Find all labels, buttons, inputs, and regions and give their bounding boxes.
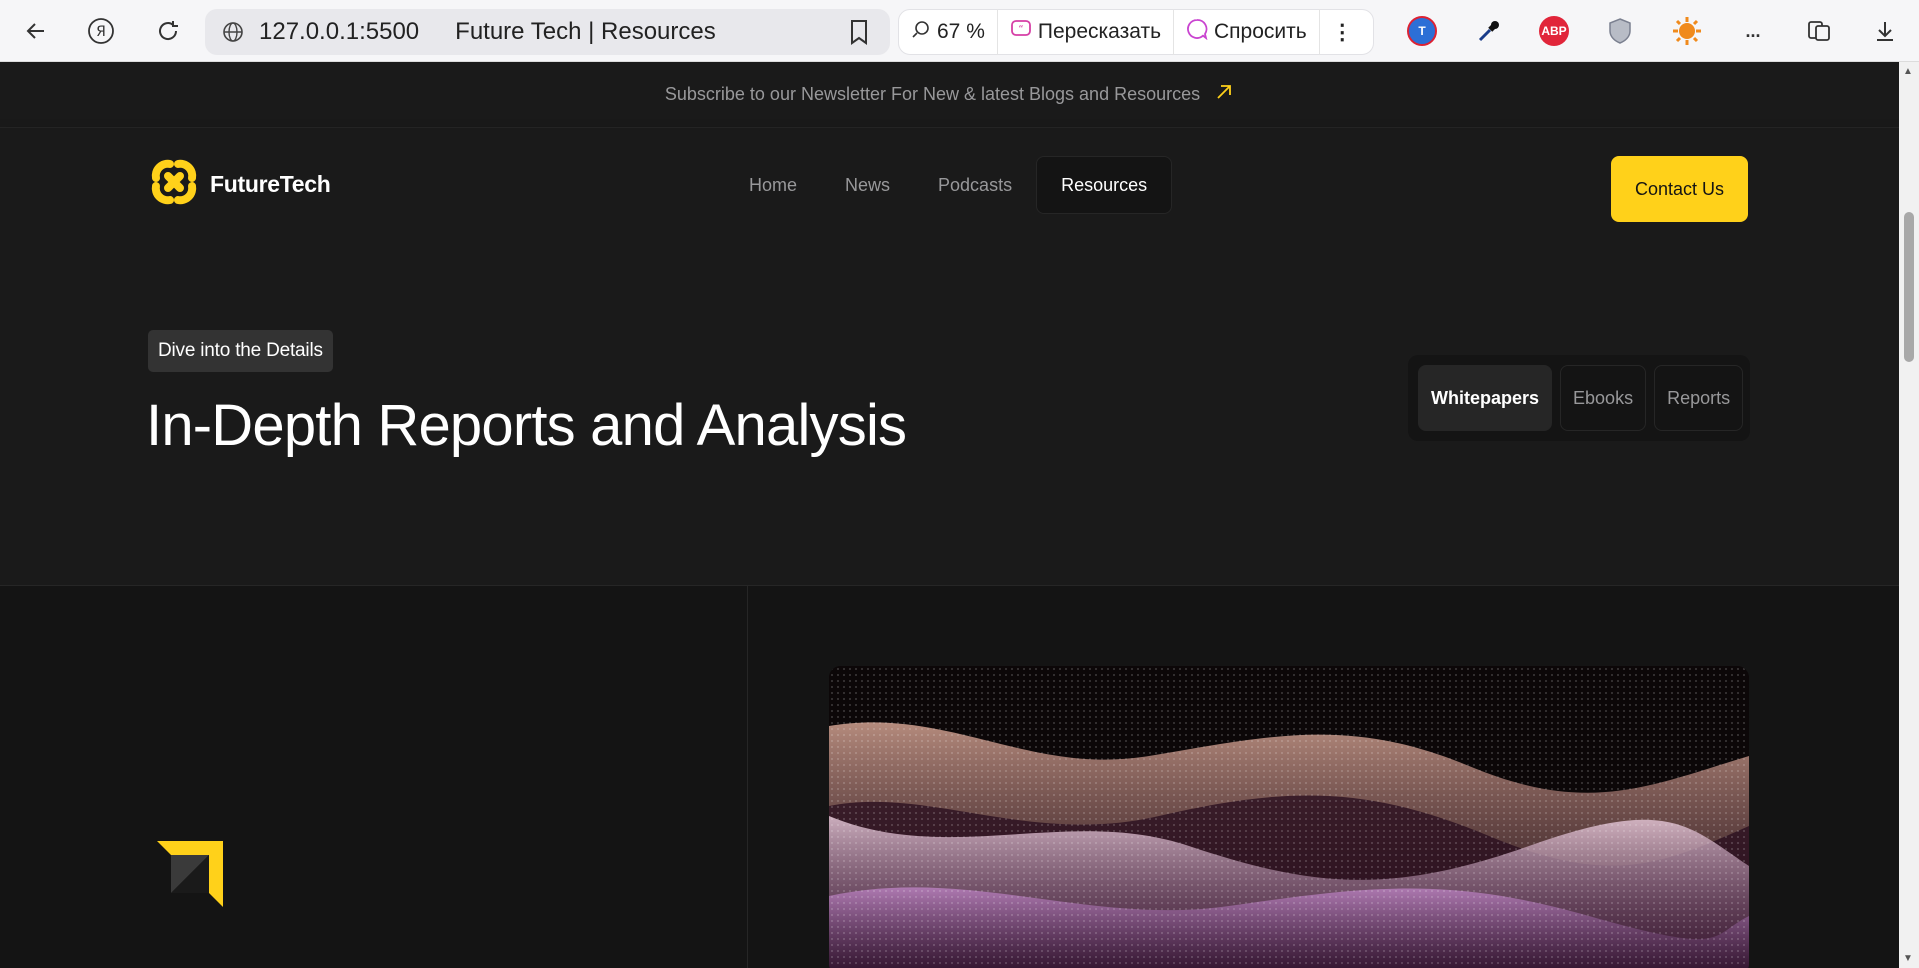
scroll-up-icon[interactable]: ▲ (1903, 66, 1913, 77)
corner-arrow-icon (157, 841, 223, 912)
nav-item-home[interactable]: Home (725, 156, 821, 214)
brand-logo[interactable]: FutureTech (148, 156, 331, 213)
translate-ext-icon[interactable]: T (1407, 16, 1437, 46)
newsletter-banner[interactable]: Subscribe to our Newsletter For New & la… (0, 62, 1899, 128)
tab-reports[interactable]: Reports (1654, 365, 1744, 431)
report-cover-image[interactable] (829, 666, 1749, 968)
nav-item-podcasts[interactable]: Podcasts (914, 156, 1036, 214)
retell-button[interactable]: “ Пересказать (998, 9, 1175, 55)
eyedropper-ext-icon[interactable] (1474, 16, 1504, 46)
zoom-icon (911, 19, 931, 45)
ask-label: Спросить (1214, 20, 1307, 43)
column-divider (747, 586, 748, 968)
web-page: Subscribe to our Newsletter For New & la… (0, 62, 1899, 968)
nav-menu: Home News Podcasts Resources (725, 156, 1173, 214)
zoom-control[interactable]: 67 % (899, 9, 998, 55)
page-title-text: Future Tech | Resources (455, 18, 716, 45)
tab-ebooks[interactable]: Ebooks (1560, 365, 1647, 431)
collections-icon[interactable] (1802, 14, 1836, 48)
retell-icon: “ (1010, 18, 1032, 46)
svg-text:Я: Я (96, 24, 106, 40)
arrow-up-right-icon (1214, 82, 1234, 107)
resource-content (0, 586, 1899, 968)
address-bar[interactable]: 127.0.0.1:5500 Future Tech | Resources (205, 9, 890, 55)
zoom-level: 67 % (937, 20, 985, 43)
ask-icon (1186, 18, 1208, 46)
browser-tools: 67 % “ Пересказать Спросить ⋮ (898, 9, 1374, 55)
resource-tabs: Whitepapers Ebooks Reports (1408, 355, 1750, 441)
futuretech-logo-icon (148, 156, 200, 213)
menu-kebab-icon[interactable]: ⋮ (1320, 9, 1365, 55)
nav-item-news[interactable]: News (821, 156, 914, 214)
sun-ext-icon[interactable] (1672, 16, 1702, 46)
browser-toolbar: Я 127.0.0.1:5500 Future Tech | Resources… (0, 0, 1919, 62)
main-navbar: FutureTech Home News Podcasts Resources … (0, 128, 1899, 242)
contact-us-button[interactable]: Contact Us (1611, 156, 1748, 222)
scroll-down-icon[interactable]: ▼ (1903, 953, 1913, 964)
retell-label: Пересказать (1037, 20, 1162, 43)
yandex-icon[interactable]: Я (84, 14, 118, 48)
url-text: 127.0.0.1:5500 (259, 18, 420, 45)
back-icon[interactable] (19, 14, 53, 48)
hero-section: Dive into the Details In-Depth Reports a… (0, 242, 1899, 586)
scrollbar-thumb[interactable] (1904, 212, 1914, 362)
logo-text: FutureTech (210, 171, 331, 197)
tab-whitepapers[interactable]: Whitepapers (1418, 365, 1553, 431)
more-extensions-icon[interactable]: ... (1738, 16, 1768, 46)
nav-item-resources[interactable]: Resources (1036, 156, 1173, 214)
newsletter-text: Subscribe to our Newsletter For New & la… (664, 84, 1201, 104)
adblock-ext-icon[interactable]: ABP (1539, 16, 1569, 46)
svg-text:“: “ (1018, 24, 1023, 35)
bookmark-icon[interactable] (848, 19, 870, 50)
globe-icon (219, 18, 247, 46)
download-icon[interactable] (1868, 14, 1902, 48)
hero-title: In-Depth Reports and Analysis (146, 393, 907, 458)
reload-icon[interactable] (151, 14, 185, 48)
ask-button[interactable]: Спросить (1174, 9, 1320, 55)
page-scrollbar[interactable]: ▲ ▼ (1899, 62, 1919, 968)
shield-ext-icon[interactable] (1605, 16, 1635, 46)
hero-chip: Dive into the Details (148, 330, 333, 372)
